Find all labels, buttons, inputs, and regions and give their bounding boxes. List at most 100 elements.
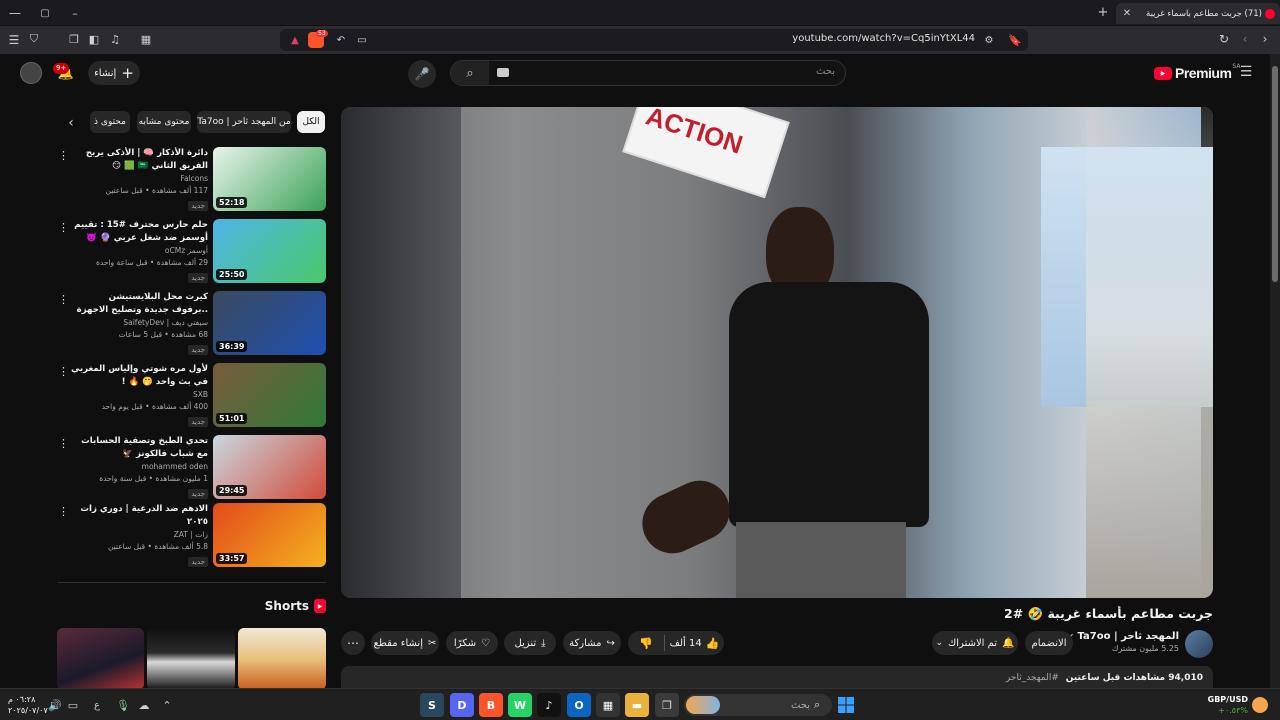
card-title: كيرت محل البلايستيشن ..برفوف جديدة وتصلي… — [76, 292, 208, 315]
recommendation-card[interactable]: ⋮ تحدي الطبخ وتصفية الحسابات مع شباب فالك… — [58, 435, 326, 499]
recommendation-card[interactable]: ⋮ دائرة الأذكار 🧠 | الأذكى يربح الفريق ال… — [58, 147, 326, 211]
create-button[interactable]: + إنشاء — [88, 61, 140, 85]
thanks-label: شكرًا — [453, 637, 477, 649]
recommendation-card[interactable]: ⋮ الادهم ضد الدرعية | دوري زات ٢٠٢٥ زات | … — [58, 503, 326, 567]
microphone-icon[interactable]: 🎙 — [116, 698, 130, 712]
menu-icon[interactable]: ☰ — [7, 33, 21, 47]
reload-icon[interactable]: ↻ — [1217, 32, 1231, 46]
cloud-icon[interactable]: ☁ — [137, 698, 151, 712]
page-scrollbar[interactable] — [1270, 54, 1280, 688]
widget-icon[interactable] — [1252, 697, 1268, 713]
share-button[interactable]: ↪ مشاركة — [563, 631, 621, 655]
more-options-icon[interactable]: ⋮ — [58, 221, 69, 235]
whatsapp-app-icon[interactable]: W — [508, 693, 532, 717]
url-bar[interactable]: ▲ 53 ↶ ▭ youtube.com/watch?v=Cq5inYtXL44… — [280, 29, 1028, 51]
video-person-shirt — [729, 282, 929, 527]
bookmark-icon[interactable]: 🔖 — [1008, 33, 1022, 47]
close-window-icon[interactable]: – — [68, 6, 82, 20]
network-icon[interactable]: ▭ — [66, 698, 80, 712]
tiktok-app-icon[interactable]: ♪ — [537, 693, 561, 717]
card-thumbnail[interactable]: 25:50 — [213, 219, 326, 283]
chip-3[interactable]: محتوى ذ — [90, 111, 130, 133]
file-explorer-icon[interactable]: ▬ — [625, 693, 649, 717]
card-channel: أوسمز oCMz — [164, 246, 208, 255]
recommendation-card[interactable]: ⋮ لأول مره شوتي وإلياس المغربي في بث واحد… — [58, 363, 326, 427]
music-icon[interactable]: ♫ — [108, 32, 122, 46]
close-tab-icon[interactable]: ✕ — [1120, 8, 1134, 19]
back-share-icon[interactable]: ↶ — [334, 33, 348, 47]
tab-active[interactable]: ✕ (71) جربت مطاعم بأسماء غريبة — [1116, 3, 1280, 24]
maximize-window-icon[interactable]: ▢ — [38, 6, 52, 20]
brave-app-icon[interactable]: B — [479, 693, 503, 717]
chevron-up-icon[interactable]: ⌃ — [160, 698, 174, 712]
thanks-button[interactable]: ♡ شكرًا — [446, 631, 498, 655]
scrollbar-thumb[interactable] — [1272, 66, 1278, 282]
card-thumbnail[interactable]: 52:18 — [213, 147, 326, 211]
sidebar-icon[interactable]: ◧ — [87, 32, 101, 46]
short-thumbnail-2[interactable] — [147, 628, 235, 688]
more-options-icon[interactable]: ⋮ — [58, 365, 69, 379]
steam-app-icon[interactable]: S — [420, 693, 444, 717]
subscribed-button[interactable]: 🔔 تم الاشتراك ⌄ — [932, 631, 1018, 655]
create-label: إنشاء — [94, 67, 117, 79]
windows-start-icon[interactable] — [834, 693, 858, 717]
aria-icon[interactable]: ▲ — [288, 33, 302, 47]
search-input[interactable]: بحث — [781, 66, 835, 77]
more-actions-icon[interactable]: ⋯ — [341, 631, 365, 655]
chevron-left-icon[interactable]: ‹ — [64, 115, 78, 131]
short-thumbnail-3[interactable] — [238, 628, 326, 688]
dislike-button[interactable]: 👎 — [628, 637, 664, 650]
system-clock[interactable]: ٠٦:٢٨ م ٢٠٢٥/٠٧/٠٧ — [8, 694, 48, 716]
more-options-icon[interactable]: ⋮ — [58, 437, 69, 451]
outlook-app-icon[interactable]: O — [567, 693, 591, 717]
discord-app-icon[interactable]: D — [450, 693, 474, 717]
more-options-icon[interactable]: ⋮ — [58, 505, 69, 519]
new-tab-icon[interactable]: + — [1096, 5, 1110, 20]
recommendation-card[interactable]: ⋮ كيرت محل البلايستيشن ..برفوف جديدة وتصل… — [58, 291, 326, 355]
taskbar-search[interactable]: بحث ⌕ — [684, 694, 832, 716]
voice-search-icon[interactable]: 🎤 — [408, 60, 436, 88]
shield-icon[interactable]: ⛉ — [27, 32, 41, 46]
tabs-icon[interactable]: ❐ — [67, 32, 81, 46]
channel-name[interactable]: المهجد ثاحر | Ta7oo ✔ — [1065, 631, 1179, 642]
screenshot-icon[interactable]: ▭ — [355, 33, 369, 47]
keyboard-icon[interactable] — [497, 68, 509, 77]
description-box[interactable]: 94,010 مشاهدات قبل ساعتين #المهجد_ثاحر — [341, 666, 1213, 688]
card-meta: لأول مره شوتي وإلياس المغربي في بث واحد … — [70, 363, 208, 427]
card-thumbnail[interactable]: 33:57 — [213, 503, 326, 567]
guide-menu-icon[interactable]: ☰ — [1238, 64, 1254, 80]
recommendation-card[interactable]: ⋮ حلم حارس محترف #15 : تقييم أوسمز ضد شغل… — [58, 219, 326, 283]
more-options-icon[interactable]: ⋮ — [58, 293, 69, 307]
video-player[interactable]: ACTION — [341, 107, 1213, 598]
minimize-window-icon[interactable]: — — [8, 6, 22, 20]
calendar-icon[interactable]: ▦ — [139, 32, 153, 46]
channel-avatar[interactable] — [1185, 630, 1213, 658]
card-meta: تحدي الطبخ وتصفية الحسابات مع شباب فالكو… — [70, 435, 208, 499]
card-thumbnail[interactable]: 36:39 — [213, 291, 326, 355]
more-options-icon[interactable]: ⋮ — [58, 149, 69, 163]
volume-icon[interactable]: 🔊 — [48, 698, 62, 712]
duration-badge: 51:01 — [216, 413, 248, 424]
avatar[interactable] — [20, 62, 42, 84]
download-button[interactable]: ⤓ تنزيل — [504, 631, 556, 655]
back-icon[interactable]: › — [1258, 32, 1272, 46]
card-title: لأول مره شوتي وإلياس المغربي في بث واحد … — [71, 364, 208, 387]
card-thumbnail[interactable]: 29:45 — [213, 435, 326, 499]
like-button[interactable]: 👍 14 ألف — [665, 637, 724, 650]
forward-icon[interactable]: ‹ — [1238, 32, 1252, 46]
store-app-icon[interactable]: ▦ — [596, 693, 620, 717]
short-thumbnail-1[interactable] — [57, 628, 144, 688]
chip-0-selected[interactable]: الكل — [297, 111, 325, 133]
task-view-icon[interactable]: ❐ — [655, 693, 679, 717]
language-indicator[interactable]: ع — [90, 698, 104, 712]
subscribed-label: تم الاشتراك — [948, 637, 998, 649]
search-icon[interactable]: ⌕ — [451, 61, 489, 85]
chip-2[interactable]: محتوى مشابه — [137, 111, 191, 133]
join-button[interactable]: الانضمام — [1025, 631, 1073, 655]
search-box[interactable]: ⌕ بحث — [450, 60, 846, 86]
clip-button[interactable]: ✂ إنشاء مقطع — [371, 631, 439, 655]
chip-1[interactable]: من المهجد ثاحر | Ta7oo — [197, 111, 291, 133]
settings-slider-icon[interactable]: ⚙ — [982, 33, 996, 47]
currency-widget[interactable]: GBP/USD +٠.٥٣% — [1198, 694, 1248, 716]
card-thumbnail[interactable]: 51:01 — [213, 363, 326, 427]
